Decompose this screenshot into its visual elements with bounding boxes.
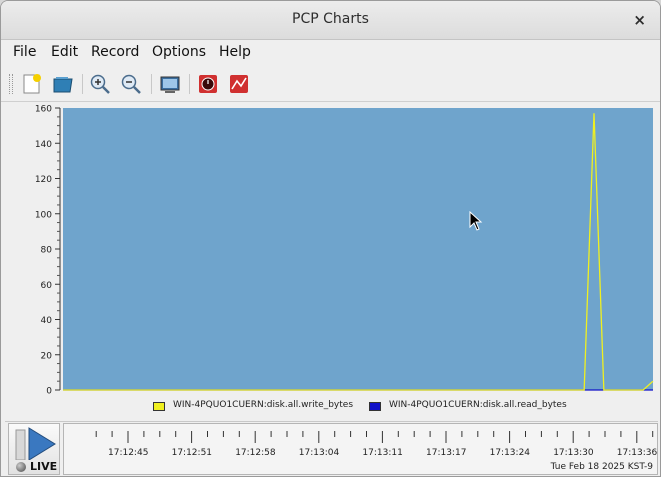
legend-label-write-bytes: WIN-4PQUO1CUERN:disk.all.write_bytes: [173, 400, 354, 410]
y-tick-label: 100: [35, 210, 52, 220]
zoom-out-icon[interactable]: [120, 73, 142, 95]
time-label: 17:13:11: [362, 448, 403, 458]
time-scale-date: Tue Feb 18 2025 KST-9: [550, 462, 653, 472]
chart-panel: 0 20 40 60 80 100 120 140 160 WIN-4PQUO1CUERN:di…: [5, 102, 658, 418]
new-chart-icon[interactable]: [21, 73, 43, 95]
title-bar: PCP Charts ×: [1, 1, 660, 40]
time-label: 17:13:17: [426, 448, 467, 458]
toolbar-separator: [151, 74, 152, 94]
legend-label-read-bytes: WIN-4PQUO1CUERN:disk.all.read_bytes: [389, 400, 567, 410]
pcp-charts-window: PCP Charts × File Edit Record Options He…: [0, 0, 661, 477]
y-tick-label: 0: [46, 387, 52, 397]
y-tick-label: 20: [41, 351, 53, 361]
time-label: 17:13:04: [298, 448, 340, 458]
toolbar-grip[interactable]: [9, 74, 13, 94]
time-label: 17:12:51: [171, 448, 213, 458]
live-button[interactable]: LIVE: [8, 423, 60, 475]
y-tick-label: 80: [41, 246, 53, 256]
time-label: 17:12:45: [108, 448, 149, 458]
y-tick-label: 60: [41, 281, 53, 291]
live-indicator-icon: [16, 462, 26, 472]
time-scale[interactable]: 17:12:45 17:12:51 17:12:58 17:13:04 17:13:11…: [63, 423, 658, 475]
y-tick-label: 160: [35, 105, 52, 115]
menu-record[interactable]: Record: [91, 44, 139, 60]
record-icon[interactable]: [197, 73, 219, 95]
y-tick-label: 40: [41, 316, 53, 326]
time-scale-ticks: [95, 431, 654, 443]
zoom-in-icon[interactable]: [89, 73, 111, 95]
chart-legend: WIN-4PQUO1CUERN:disk.all.write_bytes WIN…: [5, 399, 658, 415]
plot-area: [63, 108, 653, 390]
menu-file[interactable]: File: [13, 44, 36, 60]
time-label: 17:13:30: [553, 448, 594, 458]
export-image-icon[interactable]: [159, 73, 181, 95]
toolbar-separator: [189, 74, 190, 94]
y-tick-label: 140: [35, 140, 52, 150]
toolbar: [1, 66, 660, 102]
time-label: 17:13:36: [616, 448, 658, 458]
mouse-pointer-icon: [469, 211, 483, 231]
toolbar-separator: [82, 74, 83, 94]
play-icon: [15, 427, 56, 460]
time-label: 17:13:24: [489, 448, 531, 458]
time-label: 17:12:58: [235, 448, 276, 458]
menu-edit[interactable]: Edit: [51, 44, 78, 60]
live-label: LIVE: [30, 460, 58, 473]
window-title: PCP Charts: [292, 11, 369, 27]
close-icon[interactable]: ×: [633, 11, 646, 29]
y-tick-label: 120: [35, 175, 52, 185]
menu-options[interactable]: Options: [152, 44, 206, 60]
menu-bar: File Edit Record Options Help: [1, 40, 660, 65]
legend-swatch-write-bytes: [153, 402, 165, 411]
time-control-bar: LIVE 17:12:45 17:12:51 17:12:58 17:13:04 17:…: [5, 421, 658, 475]
chart-canvas[interactable]: 0 20 40 60 80 100 120 140 160: [5, 102, 658, 398]
chart-type-icon[interactable]: [228, 73, 250, 95]
legend-swatch-read-bytes: [369, 402, 381, 411]
menu-help[interactable]: Help: [219, 44, 251, 60]
open-view-icon[interactable]: [52, 73, 74, 95]
